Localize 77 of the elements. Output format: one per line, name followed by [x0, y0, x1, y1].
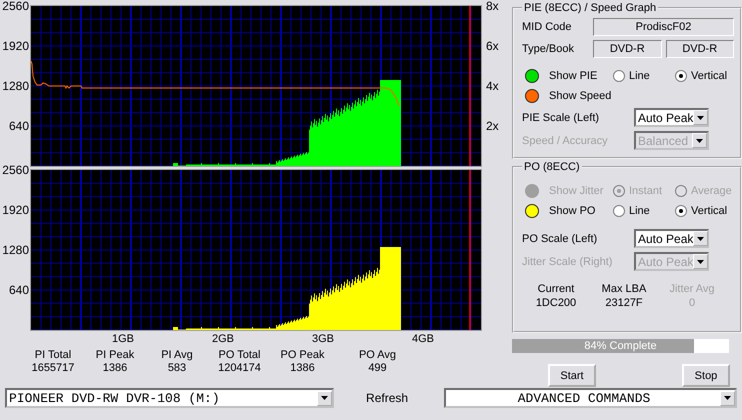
mid-code-value: ProdiscF02 [593, 18, 734, 36]
radio-button[interactable] [613, 205, 625, 217]
readout-value: 1DC200 [536, 297, 576, 309]
radio-option[interactable]: Line [613, 205, 671, 217]
caret-icon [697, 236, 704, 240]
stat-label: PI Avg [161, 349, 193, 361]
group-title: PIE (8ECC) / Speed Graph [523, 2, 658, 14]
axis-label: 3GB [310, 333, 334, 347]
stat-value: 499 [368, 362, 387, 374]
caret-icon [697, 116, 704, 120]
toggle-label: Show PO [549, 205, 596, 217]
scale-dropdown[interactable]: Auto Peak [634, 229, 709, 248]
axis-label: 640 [8, 283, 29, 299]
axis-label: 4x [486, 79, 500, 95]
caret-icon [724, 396, 731, 400]
stat-value: 1204174 [218, 362, 261, 374]
axis-label: 640 [8, 119, 29, 135]
stat-label: PO Avg [358, 349, 396, 361]
axis-label: 1280 [1, 79, 29, 95]
radio-option[interactable]: Vertical [675, 70, 733, 82]
readout-label: Jitter Avg [669, 283, 715, 295]
readout-value: 23127F [605, 297, 643, 309]
action-button[interactable]: Start [548, 364, 596, 387]
axis-label: 6x [486, 39, 500, 55]
dropdown-label: PO Scale (Left) [522, 232, 598, 244]
axis-label: 2560 [1, 163, 29, 179]
axis-label: 4GB [410, 333, 434, 347]
axis-label: 8x [486, 0, 500, 15]
dropdown-button[interactable] [693, 231, 708, 246]
dropdown-label: PIE Scale (Left) [522, 112, 600, 124]
dropdown-label: Jitter Scale (Right) [522, 256, 614, 268]
stat-value: 1655717 [32, 362, 74, 374]
radio-option[interactable]: Vertical [675, 205, 733, 217]
progress-label: 84% Complete [583, 339, 658, 353]
scale-dropdown[interactable]: Auto Peak [634, 108, 709, 127]
radio-button[interactable] [675, 205, 687, 217]
stat-value: 1386 [290, 362, 315, 374]
stat-label: PO Peak [280, 349, 325, 361]
stat-value: 1386 [102, 362, 128, 374]
stat-value: 583 [168, 362, 186, 374]
dropdown-button[interactable] [720, 390, 735, 406]
axis-label: 2x [486, 119, 500, 135]
dropdown-button[interactable] [693, 110, 708, 125]
axis-label: 1280 [1, 243, 29, 259]
stat-label: PI Peak [96, 349, 134, 361]
caret-icon [696, 138, 703, 142]
type-value: DVD-R [666, 40, 734, 58]
indicator-light[interactable] [525, 89, 539, 103]
group-title: PO (8ECC) [523, 161, 581, 173]
caret-icon [697, 260, 704, 264]
indicator-light[interactable] [525, 204, 539, 218]
refresh-link[interactable]: Refresh [366, 391, 408, 405]
readout-value: 0 [688, 297, 696, 309]
axis-label: 2GB [210, 333, 234, 347]
caret-icon [321, 396, 328, 400]
action-button[interactable]: Stop [682, 364, 730, 387]
stat-label: PO Total [218, 349, 260, 361]
toggle-label: Show Jitter [549, 185, 604, 197]
radio-button[interactable] [613, 70, 625, 82]
radio-option[interactable]: Line [613, 70, 671, 82]
axis-label: 1GB [110, 333, 134, 347]
field-label: Type/Book [522, 43, 575, 55]
dropdown-button[interactable] [317, 390, 332, 406]
stat-label: PI Total [34, 349, 72, 361]
toggle-label: Show PIE [549, 70, 598, 82]
dropdown-label: Speed / Accuracy [522, 134, 609, 146]
axis-label: 1920 [1, 39, 29, 55]
type-value: DVD-R [593, 40, 662, 58]
axis-label: 1920 [1, 203, 29, 219]
readout-label: Current [538, 283, 574, 295]
readout-label: Max LBA [602, 283, 646, 295]
axis-label: 2560 [1, 0, 29, 15]
radio-button[interactable] [675, 70, 687, 82]
drive-dropdown[interactable]: PIONEER DVD-RW DVR-108 (M:) [5, 388, 334, 408]
indicator-light[interactable] [525, 69, 539, 83]
field-label: MID Code [522, 21, 573, 33]
commands-dropdown[interactable]: ADVANCED COMMANDS [444, 388, 737, 408]
